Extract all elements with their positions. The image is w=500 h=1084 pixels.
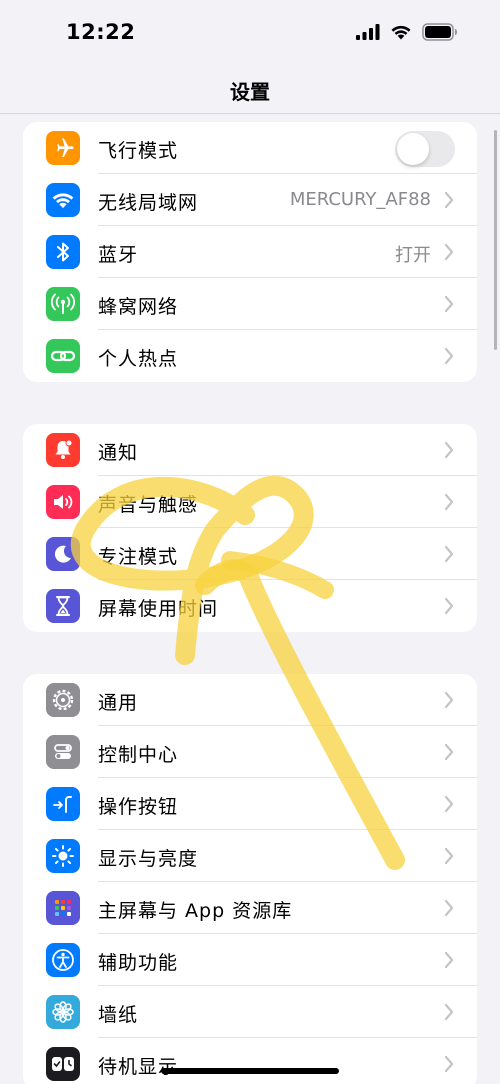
status-time: 12:22 [66,20,136,44]
wifi-icon [46,183,80,217]
notification-bell-icon [46,433,80,467]
chevron-right-icon [444,1003,454,1021]
chevron-right-icon [444,1055,454,1073]
airplane-icon [46,131,80,165]
settings-row-control-center[interactable]: 控制中心 [23,726,477,778]
bluetooth-status-value: 打开 [395,245,431,266]
chevron-right-icon [444,691,454,709]
chevron-right-icon [444,743,454,761]
settings-row-label: 操作按钮 [98,796,179,818]
settings-row-airplane-mode[interactable]: 飞行模式 [23,122,477,174]
hourglass-icon [46,589,80,623]
settings-row-action-button[interactable]: 操作按钮 [23,778,477,830]
settings-row-wallpaper[interactable]: 墙纸 [23,986,477,1038]
settings-group-general: 通用 控制中心 操作按钮 显示与亮度 主屏幕与 App 资源库 辅助功能 墙纸 … [23,674,477,1084]
switches-icon [46,735,80,769]
settings-row-label: 个人热点 [98,348,179,370]
settings-row-home-screen-app-library[interactable]: 主屏幕与 App 资源库 [23,882,477,934]
chevron-right-icon [444,597,454,615]
airplane-mode-toggle[interactable] [395,131,455,167]
settings-row-display-brightness[interactable]: 显示与亮度 [23,830,477,882]
gear-icon [46,683,80,717]
wifi-network-value: MERCURY_AF88 [289,189,431,210]
wifi-status-icon [391,25,411,40]
settings-row-hotspot[interactable]: 个人热点 [23,330,477,382]
chevron-right-icon [444,243,454,261]
settings-row-label: 显示与亮度 [98,848,199,870]
settings-row-label: 声音与触感 [98,494,199,516]
chevron-right-icon [444,899,454,917]
cellular-signal-icon [356,24,380,40]
settings-group-attention: 通知 声音与触感 专注模式 屏幕使用时间 [23,424,477,632]
sun-icon [46,839,80,873]
hotspot-icon [46,339,80,373]
settings-row-wifi[interactable]: 无线局域网 MERCURY_AF88 [23,174,477,226]
settings-row-cellular[interactable]: 蜂窝网络 [23,278,477,330]
settings-row-label: 飞行模式 [98,140,179,162]
speaker-icon [46,485,80,519]
action-button-icon [46,787,80,821]
scroll-indicator[interactable] [494,130,497,350]
settings-row-label: 屏幕使用时间 [98,598,219,620]
chevron-right-icon [444,493,454,511]
settings-row-label: 控制中心 [98,744,179,766]
page-title: 设置 [230,80,270,104]
settings-row-sounds-haptics[interactable]: 声音与触感 [23,476,477,528]
bluetooth-icon [46,235,80,269]
accessibility-icon [46,943,80,977]
chevron-right-icon [444,951,454,969]
settings-row-bluetooth[interactable]: 蓝牙 打开 [23,226,477,278]
settings-row-label: 墙纸 [98,1004,139,1026]
status-bar: 12:22 [0,0,500,66]
settings-row-label: 辅助功能 [98,952,179,974]
chevron-right-icon [444,295,454,313]
settings-row-label: 待机显示 [98,1056,179,1078]
app-grid-icon [46,891,80,925]
cellular-icon [46,287,80,321]
battery-icon [422,23,457,41]
settings-row-general[interactable]: 通用 [23,674,477,726]
chevron-right-icon [444,441,454,459]
toggle-knob [397,133,429,165]
navigation-bar: 设置 [0,66,500,114]
home-indicator[interactable] [161,1068,339,1074]
settings-group-connectivity: 飞行模式 无线局域网 MERCURY_AF88 蓝牙 打开 蜂窝网络 个人热点 [23,122,477,382]
settings-row-label: 无线局域网 [98,192,199,214]
chevron-right-icon [444,191,454,209]
settings-row-label: 主屏幕与 App 资源库 [98,900,293,922]
status-icons [356,22,458,42]
flower-icon [46,995,80,1029]
settings-row-label: 蓝牙 [98,244,139,266]
settings-row-label: 通知 [98,442,139,464]
chevron-right-icon [444,847,454,865]
chevron-right-icon [444,795,454,813]
settings-row-label: 蜂窝网络 [98,296,179,318]
settings-row-focus[interactable]: 专注模式 [23,528,477,580]
settings-row-label: 专注模式 [98,546,179,568]
settings-row-notifications[interactable]: 通知 [23,424,477,476]
settings-row-standby[interactable]: 待机显示 [23,1038,477,1084]
chevron-right-icon [444,347,454,365]
settings-row-label: 通用 [98,692,139,714]
settings-row-accessibility[interactable]: 辅助功能 [23,934,477,986]
moon-icon [46,537,80,571]
standby-icon [46,1047,80,1081]
chevron-right-icon [444,545,454,563]
settings-row-screen-time[interactable]: 屏幕使用时间 [23,580,477,632]
